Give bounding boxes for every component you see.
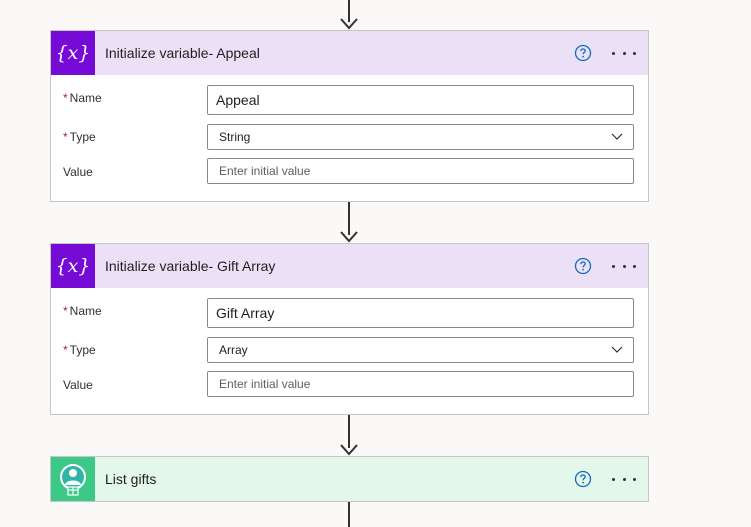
card-title: Initialize variable- Gift Array [105, 258, 276, 274]
chevron-down-icon [611, 133, 623, 140]
more-options-icon[interactable] [612, 256, 636, 276]
action-card-initialize-gift-array: {x} Initialize variable- Gift Array *Nam… [50, 243, 649, 415]
card-header[interactable]: {x} Initialize variable- Gift Array [51, 244, 648, 288]
value-label: Value [63, 165, 93, 179]
action-card-initialize-appeal: {x} Initialize variable- Appeal *Name Ap… [50, 30, 649, 202]
type-label: * Type [63, 343, 96, 357]
type-dropdown[interactable]: Array [207, 337, 634, 363]
name-label: * Name [63, 91, 102, 105]
variable-icon: {x} [51, 244, 95, 288]
card-title: List gifts [105, 471, 157, 487]
help-icon[interactable] [574, 44, 592, 62]
value-input[interactable]: Enter initial value [207, 158, 634, 184]
variable-glyph: {x} [58, 42, 88, 64]
name-label: * Name [63, 304, 102, 318]
name-field[interactable]: Gift Array [207, 298, 634, 328]
value-label: Value [63, 378, 93, 392]
card-header[interactable]: List gifts [51, 457, 648, 501]
arrow-down-icon [340, 231, 358, 243]
more-options-icon[interactable] [612, 43, 636, 63]
help-icon[interactable] [574, 470, 592, 488]
type-dropdown[interactable]: String [207, 124, 634, 150]
card-title: Initialize variable- Appeal [105, 45, 260, 61]
variable-glyph: {x} [58, 255, 88, 277]
more-options-icon[interactable] [612, 469, 636, 489]
gift-connector-icon [51, 457, 95, 501]
action-card-list-gifts: List gifts [50, 456, 649, 502]
value-input[interactable]: Enter initial value [207, 371, 634, 397]
variable-icon: {x} [51, 31, 95, 75]
type-label: * Type [63, 130, 96, 144]
connector-line [348, 502, 350, 527]
name-field[interactable]: Appeal [207, 85, 634, 115]
chevron-down-icon [611, 346, 623, 353]
help-icon[interactable] [574, 257, 592, 275]
arrow-down-icon [340, 18, 358, 30]
card-header[interactable]: {x} Initialize variable- Appeal [51, 31, 648, 75]
arrow-down-icon [340, 444, 358, 456]
